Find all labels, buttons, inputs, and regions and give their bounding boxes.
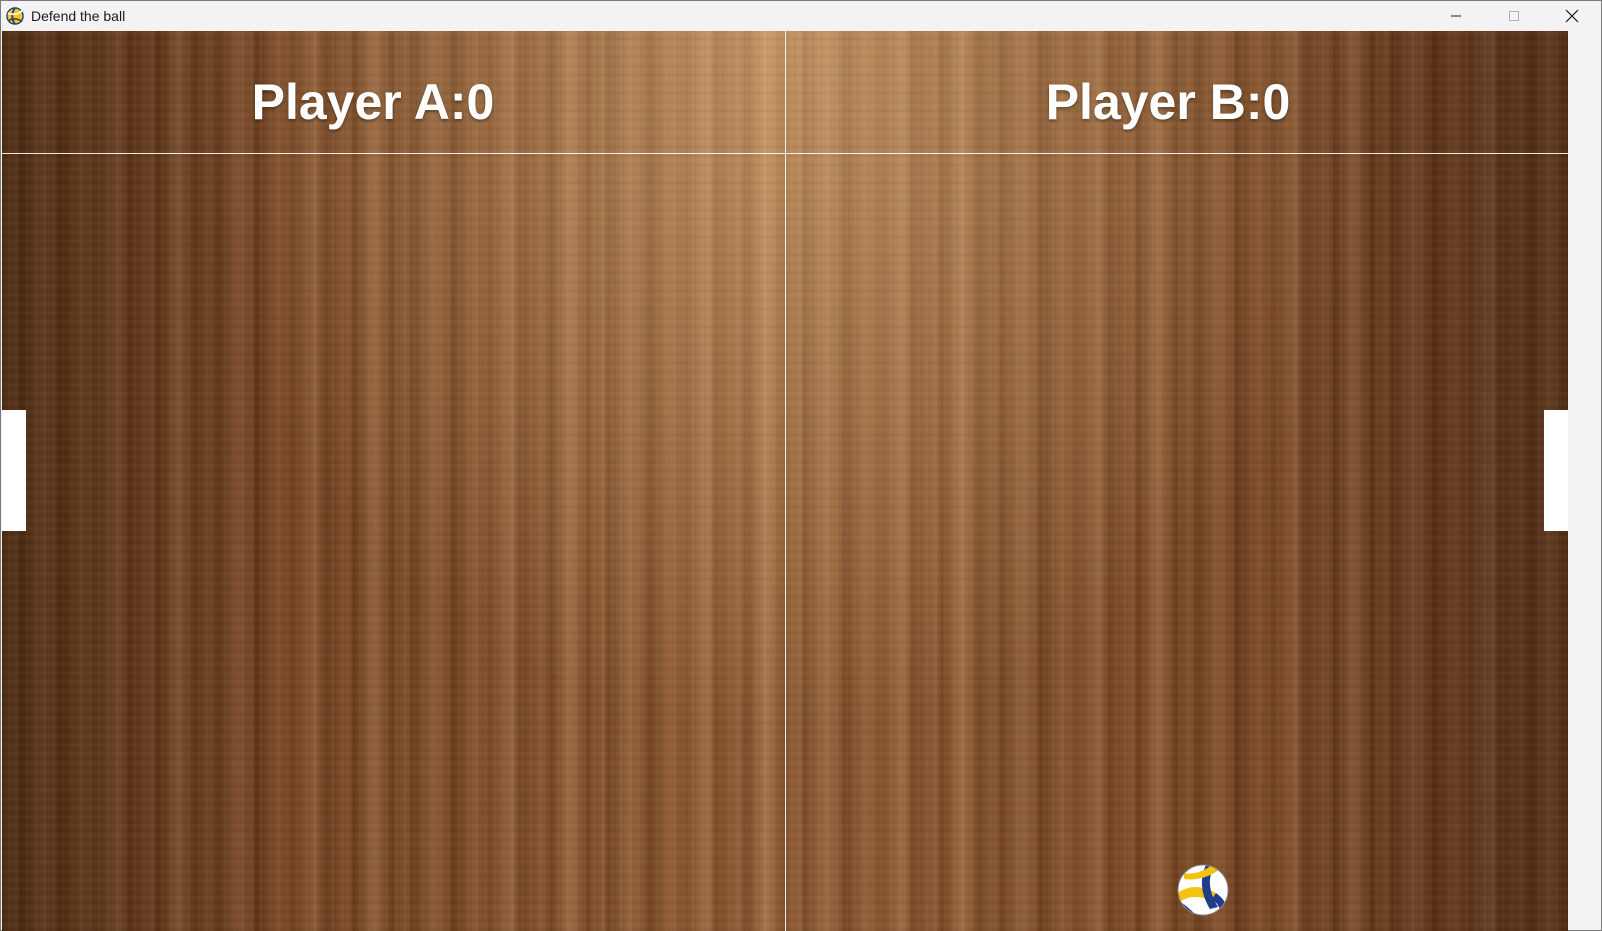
center-net-line [785,31,786,931]
player-b-paddle[interactable] [1544,410,1568,531]
window-title: Defend the ball [31,8,126,24]
close-button[interactable] [1543,1,1601,31]
maximize-button[interactable] [1485,1,1543,31]
player-b-score: Player B:0 [1045,74,1291,130]
player-a-paddle[interactable] [2,410,26,531]
game-court[interactable]: Player A:0 Player B:0 [2,31,1568,931]
window-controls [1427,1,1601,31]
player-a-score: Player A:0 [251,74,495,130]
volleyball-icon [6,7,24,25]
minimize-icon [1451,15,1461,17]
volleyball-ball [1177,864,1229,916]
title-bar[interactable]: Defend the ball [1,1,1601,31]
game-window: Defend the ball Player A:0 Player B:0 [0,0,1602,931]
maximize-icon [1509,11,1519,21]
close-icon [1565,9,1579,23]
minimize-button[interactable] [1427,1,1485,31]
